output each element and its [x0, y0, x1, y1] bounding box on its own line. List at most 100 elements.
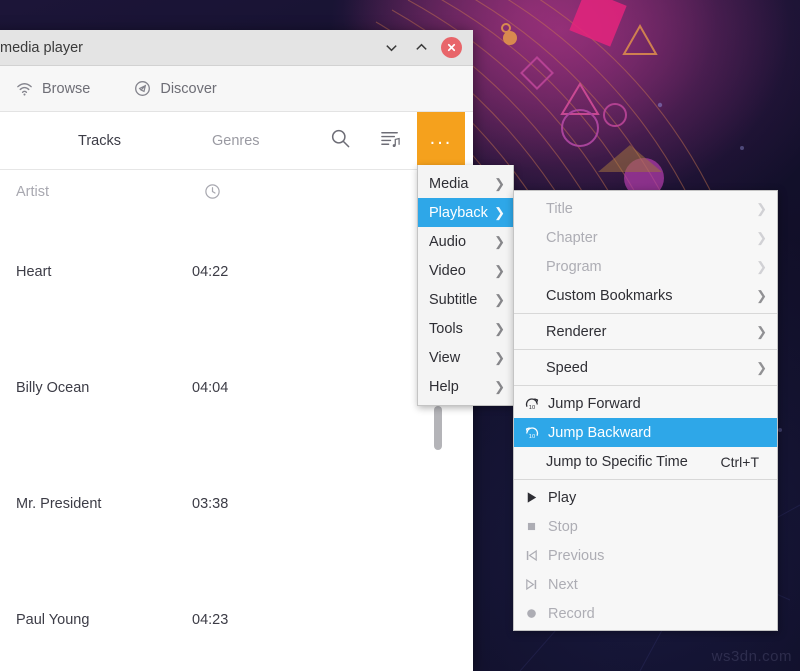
- chevron-right-icon: ❯: [748, 259, 767, 275]
- menu-separator: [514, 385, 777, 386]
- playlist-icon: [380, 128, 401, 149]
- submenu-item-shortcut: Ctrl+T: [721, 454, 768, 470]
- track-list: Artist Heart04:22 Billy Ocean 04:04 Mr. Pre…: [0, 170, 473, 671]
- submenu-item-previous: Previous: [514, 541, 777, 570]
- chevron-right-icon: ❯: [748, 201, 767, 217]
- chevron-right-icon: ❯: [494, 292, 505, 308]
- chevron-right-icon: ❯: [748, 360, 767, 376]
- chevron-right-icon: ❯: [494, 234, 505, 250]
- track-duration: 04:23: [192, 612, 228, 628]
- menu-item-video[interactable]: Video ❯: [418, 256, 513, 285]
- submenu-item-label: Stop: [548, 519, 767, 535]
- svg-text:10: 10: [529, 404, 535, 410]
- menu-separator: [514, 313, 777, 314]
- jump-forward-icon: 10: [524, 396, 548, 412]
- chevron-up-icon: [414, 40, 429, 55]
- track-duration: 03:38: [192, 496, 228, 512]
- table-row[interactable]: Billy Ocean 04:04: [0, 330, 473, 446]
- menu-item-label: Help: [429, 379, 459, 395]
- nav-item-browse[interactable]: Browse: [16, 80, 90, 97]
- menu-item-media[interactable]: Media❯: [418, 169, 513, 198]
- clock-icon: [204, 183, 221, 200]
- submenu-item-label: Record: [548, 606, 767, 622]
- ellipsis-icon: ...: [430, 135, 453, 141]
- search-icon: [330, 128, 351, 149]
- track-artist: Mr. President: [16, 496, 101, 512]
- tab-genres[interactable]: Genres: [206, 133, 266, 149]
- play-icon: [524, 490, 548, 505]
- record-icon: [524, 606, 548, 621]
- submenu-item-label: Previous: [548, 548, 767, 564]
- media-player-window: media player Browse: [0, 30, 473, 671]
- column-header-artist[interactable]: Artist: [16, 184, 49, 200]
- track-duration: 04:22: [192, 264, 228, 280]
- chevron-right-icon: ❯: [494, 176, 505, 192]
- nav-strip: Browse Discover: [0, 66, 473, 112]
- submenu-item-record: Record: [514, 599, 777, 628]
- menu-item-label: Video: [429, 263, 466, 279]
- submenu-item-jump-forward[interactable]: 10 Jump Forward: [514, 389, 777, 418]
- submenu-item-custom-bookmarks[interactable]: Custom Bookmarks❯: [514, 281, 777, 310]
- playlist-button[interactable]: [380, 128, 401, 154]
- menu-separator: [514, 349, 777, 350]
- table-row[interactable]: Mr. President 03:38: [0, 446, 473, 562]
- submenu-item-renderer[interactable]: Renderer❯: [514, 317, 777, 346]
- submenu-item-label: Play: [548, 490, 767, 506]
- chevron-right-icon: ❯: [494, 263, 505, 279]
- scrollbar-thumb[interactable]: [434, 406, 442, 450]
- next-icon: [524, 577, 548, 592]
- menu-item-playback[interactable]: Playback ❯: [418, 198, 513, 227]
- submenu-item-jump-backward[interactable]: 10Jump Backward: [514, 418, 777, 447]
- track-duration: 04:04: [192, 380, 228, 396]
- submenu-item-label: Program: [524, 259, 748, 275]
- watermark: ws3dn.com: [712, 648, 792, 665]
- menu-item-label: Tools: [429, 321, 463, 337]
- submenu-item-speed[interactable]: Speed❯: [514, 353, 777, 382]
- submenu-item-label: Chapter: [524, 230, 748, 246]
- menu-item-subtitle[interactable]: Subtitle❯: [418, 285, 513, 314]
- table-row[interactable]: Paul Young 04:23: [0, 562, 473, 671]
- wifi-icon: [16, 80, 33, 97]
- previous-icon: [524, 548, 548, 563]
- chevron-right-icon: ❯: [748, 288, 767, 304]
- submenu-item-stop: Stop: [514, 512, 777, 541]
- table-row[interactable]: Heart04:22: [0, 214, 473, 330]
- submenu-item-label: Speed: [524, 360, 748, 376]
- window-title: media player: [0, 40, 376, 56]
- compass-icon: [134, 80, 151, 97]
- maximize-button[interactable]: [406, 33, 436, 63]
- minimize-button[interactable]: [376, 33, 406, 63]
- nav-item-browse-label: Browse: [42, 81, 90, 97]
- submenu-item-label: Jump to Specific Time: [524, 454, 721, 470]
- nav-item-discover[interactable]: Discover: [134, 80, 216, 97]
- submenu-item-play[interactable]: Play: [514, 483, 777, 512]
- close-button[interactable]: [441, 37, 462, 58]
- submenu-item-program: Program❯: [514, 252, 777, 281]
- menu-separator: [514, 479, 777, 480]
- close-icon: [446, 42, 457, 53]
- main-dropdown-menu: Media❯Playback❯Audio❯Video❯Subtitle❯Tool…: [417, 165, 514, 406]
- menu-item-tools[interactable]: Tools❯: [418, 314, 513, 343]
- menu-item-view[interactable]: View❯: [418, 343, 513, 372]
- search-button[interactable]: [330, 128, 351, 154]
- playback-submenu: Title❯Chapter❯Program❯Custom Bookmarks❯R…: [513, 190, 778, 631]
- submenu-item-next: Next: [514, 570, 777, 599]
- menu-item-help[interactable]: Help❯: [418, 372, 513, 401]
- stop-icon: [524, 519, 548, 534]
- track-artist: Paul Young: [16, 612, 89, 628]
- chevron-right-icon: ❯: [494, 350, 505, 366]
- column-header-duration[interactable]: [204, 183, 221, 205]
- chevron-down-icon: [384, 40, 399, 55]
- submenu-item-jump-to-specific-time[interactable]: Jump to Specific TimeCtrl+T: [514, 447, 777, 476]
- svg-text:10: 10: [529, 433, 535, 439]
- menu-item-audio[interactable]: Audio❯: [418, 227, 513, 256]
- submenu-item-label: Renderer: [524, 324, 748, 340]
- submenu-item-label: Next: [548, 577, 767, 593]
- submenu-item-label: Jump Forward: [548, 396, 767, 412]
- tab-tracks[interactable]: Tracks: [72, 133, 127, 149]
- chevron-right-icon: ❯: [494, 205, 505, 221]
- more-menu-button[interactable]: ...: [417, 112, 465, 170]
- menu-item-label: Playback: [429, 205, 488, 221]
- submenu-item-label: Title: [524, 201, 748, 217]
- track-artist: Billy Ocean: [16, 380, 89, 396]
